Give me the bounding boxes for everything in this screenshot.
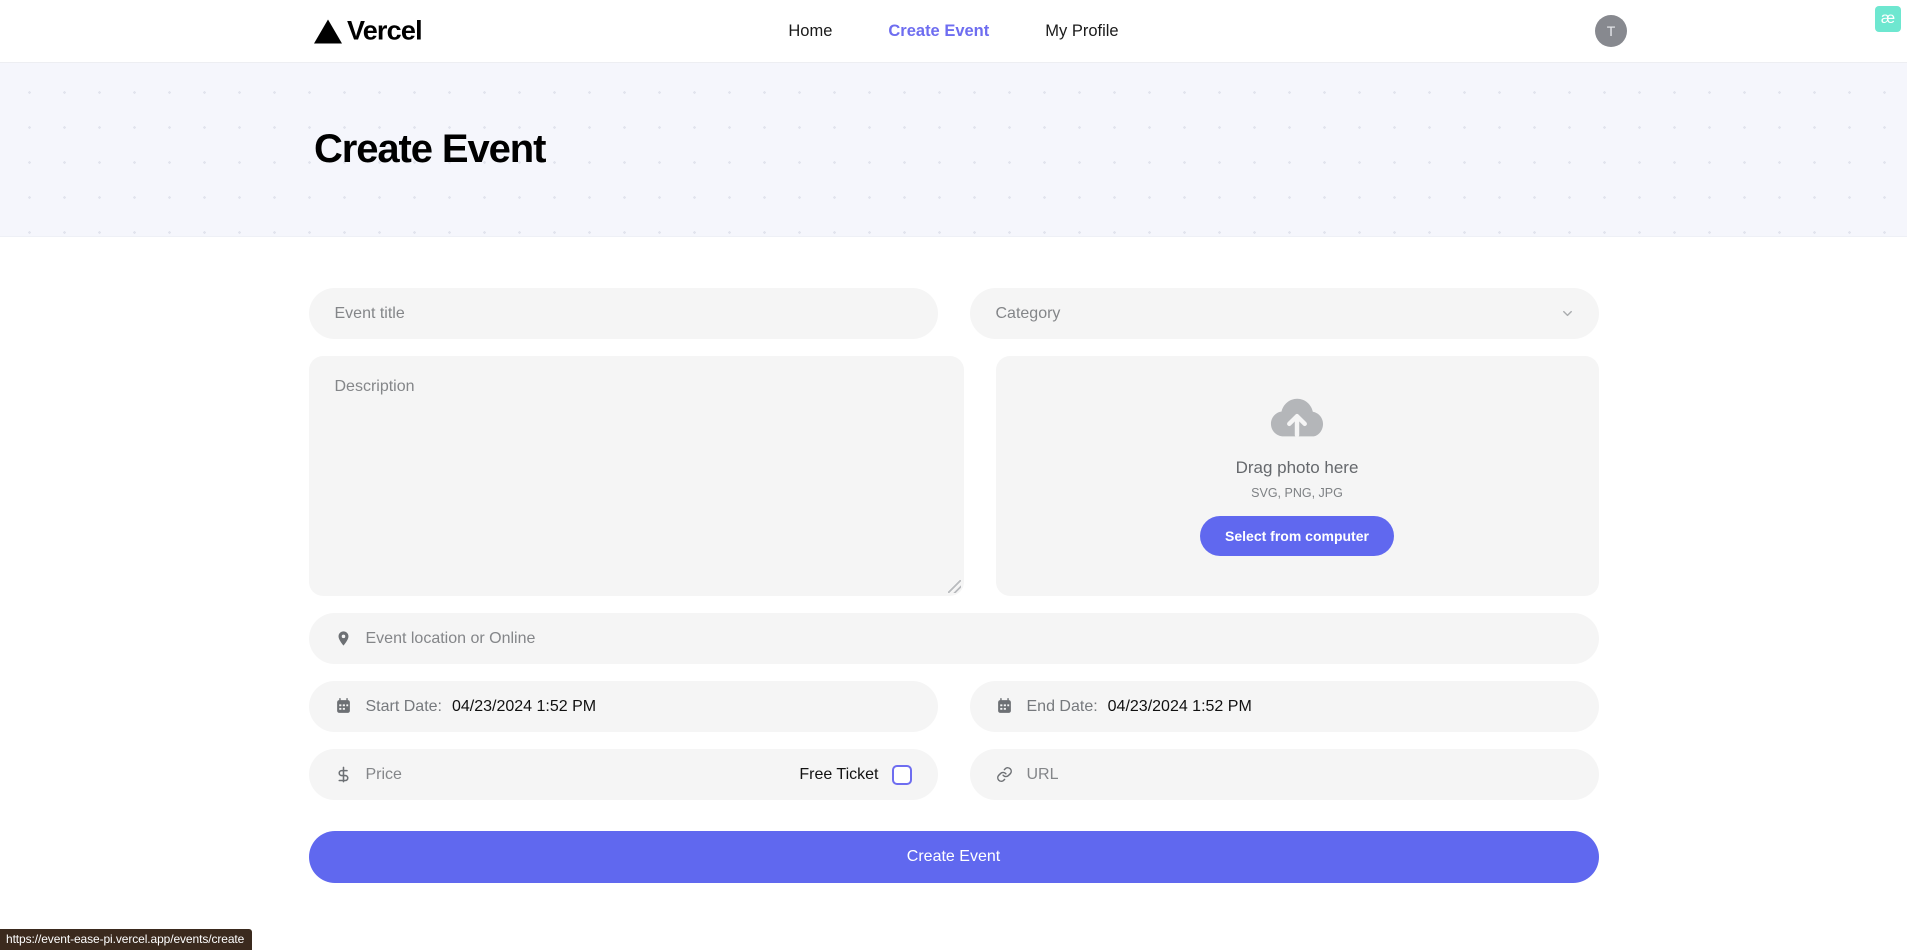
avatar[interactable]: T	[1595, 15, 1627, 47]
status-bar-url: https://event-ease-pi.vercel.app/events/…	[0, 929, 253, 950]
url-input[interactable]: URL	[969, 749, 1599, 800]
location-pin-icon	[335, 630, 352, 647]
nav-item-my-profile[interactable]: My Profile	[1045, 22, 1118, 41]
url-placeholder: URL	[1026, 765, 1059, 783]
category-select[interactable]: Category	[969, 288, 1599, 339]
extension-badge-icon[interactable]: æ	[1875, 6, 1901, 32]
form-row-price-url: Price Free Ticket URL	[308, 749, 1599, 800]
end-date-label: End Date:	[1026, 697, 1098, 715]
price-input[interactable]: Price Free Ticket	[308, 749, 938, 800]
dropzone-formats: SVG, PNG, JPG	[1251, 485, 1343, 500]
form-row-dates: Start Date: 04/23/2024 1:52 PM End Date:…	[308, 681, 1599, 732]
start-date-input[interactable]: Start Date: 04/23/2024 1:52 PM	[308, 681, 938, 732]
link-icon	[996, 766, 1013, 783]
photo-dropzone[interactable]: Drag photo here SVG, PNG, JPG Select fro…	[995, 356, 1599, 596]
location-input[interactable]: Event location or Online	[308, 613, 1599, 664]
form-row-title-category: Event title Category	[308, 288, 1599, 339]
description-textarea[interactable]: Description	[308, 356, 964, 596]
select-from-computer-button[interactable]: Select from computer	[1200, 515, 1394, 556]
event-title-placeholder: Event title	[334, 304, 405, 322]
page-title: Create Event	[314, 127, 546, 171]
free-ticket-control[interactable]: Free Ticket	[799, 764, 912, 785]
form-row-description-upload: Description Drag photo here SVG, PNG, JP…	[308, 356, 1599, 596]
free-ticket-label: Free Ticket	[799, 765, 879, 783]
create-event-submit-button[interactable]: Create Event	[308, 831, 1599, 883]
dollar-icon	[335, 766, 352, 783]
hero-banner: Create Event	[0, 63, 1907, 237]
cloud-upload-icon	[1270, 397, 1324, 448]
location-placeholder: Event location or Online	[365, 629, 536, 647]
textarea-resize-handle[interactable]	[947, 580, 961, 593]
create-event-form: Event title Category Description Drag ph…	[308, 237, 1599, 883]
chevron-down-icon	[1560, 306, 1575, 321]
site-header: Vercel Home Create Event My Profile T æ	[0, 0, 1907, 63]
nav-item-home[interactable]: Home	[788, 22, 832, 41]
dropzone-title: Drag photo here	[1235, 457, 1359, 477]
start-date-value: 04/23/2024 1:52 PM	[451, 697, 597, 715]
end-date-input[interactable]: End Date: 04/23/2024 1:52 PM	[969, 681, 1599, 732]
nav-item-create-event[interactable]: Create Event	[888, 22, 989, 41]
calendar-icon	[335, 698, 352, 715]
category-placeholder: Category	[995, 304, 1061, 322]
calendar-icon	[996, 698, 1013, 715]
end-date-value: 04/23/2024 1:52 PM	[1107, 697, 1252, 715]
event-title-input[interactable]: Event title	[308, 288, 938, 339]
start-date-label: Start Date:	[365, 697, 442, 715]
free-ticket-checkbox[interactable]	[891, 764, 912, 785]
description-placeholder: Description	[334, 378, 415, 395]
price-placeholder: Price	[365, 765, 402, 783]
form-row-location: Event location or Online	[308, 613, 1599, 664]
